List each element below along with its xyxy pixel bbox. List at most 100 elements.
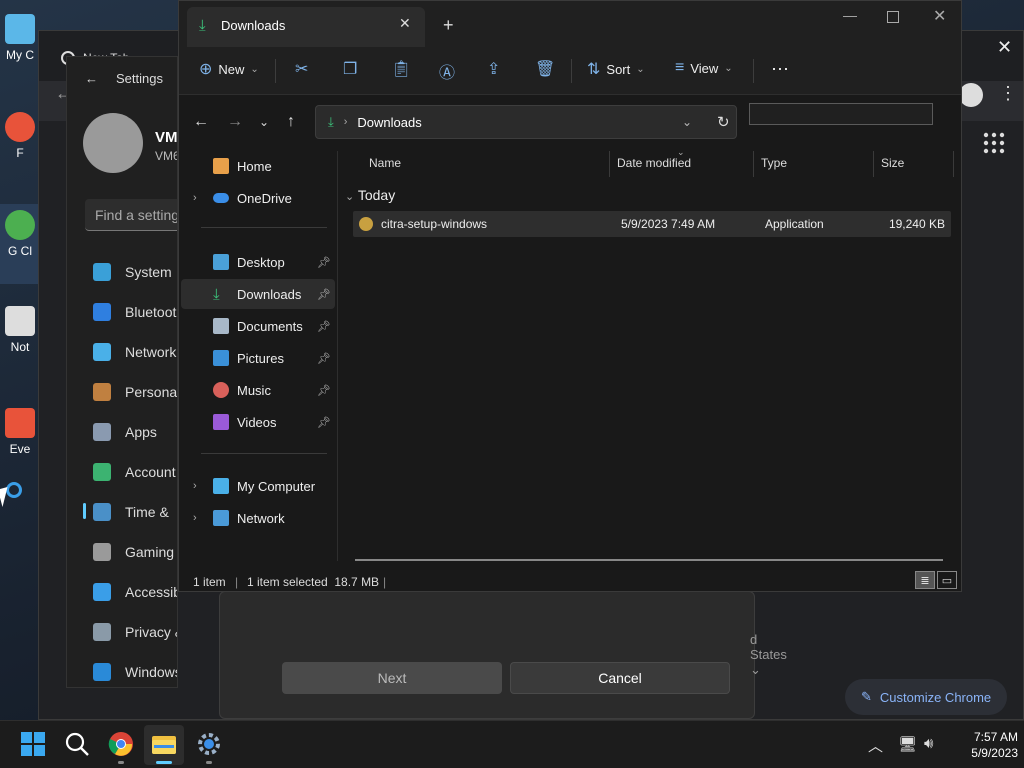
nav-item-music[interactable]: Music 📌︎ xyxy=(181,375,335,405)
settings-nav-item[interactable]: Gaming xyxy=(93,537,177,567)
nav-item-downloads[interactable]: ⤓ Downloads 📌︎ xyxy=(181,279,335,309)
globe-clock-icon xyxy=(93,503,111,521)
back-button[interactable]: ← xyxy=(193,113,209,131)
nav-item-home[interactable]: Home xyxy=(181,151,335,181)
scissors-icon: ✂ xyxy=(295,61,309,78)
expand-chevron-icon[interactable]: › xyxy=(193,192,197,204)
desktop-icon-everything[interactable]: Eve xyxy=(0,408,40,456)
cut-button[interactable]: ✂ xyxy=(295,59,308,79)
settings-nav-item[interactable]: Privacy & secu xyxy=(93,617,177,647)
rename-button[interactable]: Ⓐ xyxy=(439,59,455,83)
chrome-close-button[interactable]: ✕ xyxy=(997,37,1012,58)
settings-nav-item[interactable]: Bluetoot xyxy=(93,297,177,327)
volume-icon[interactable]: 🔊︎ xyxy=(924,735,933,752)
delete-button[interactable]: 🗑︎ xyxy=(535,59,555,79)
desktop-icon-firefox[interactable]: F xyxy=(0,112,40,160)
music-icon xyxy=(213,382,229,398)
windows-start-icon[interactable] xyxy=(20,731,46,757)
new-tab-button[interactable]: + xyxy=(443,15,454,36)
column-divider[interactable] xyxy=(873,151,874,177)
settings-nav-item[interactable]: Windows Upda xyxy=(93,657,177,687)
settings-nav-item[interactable]: Time & xyxy=(93,497,177,527)
copy-button[interactable]: ❐ xyxy=(343,59,357,79)
column-divider[interactable] xyxy=(753,151,754,177)
profile-icon[interactable] xyxy=(959,83,983,107)
citra-app-icon xyxy=(359,217,373,231)
share-button[interactable]: ⇪ xyxy=(487,59,500,79)
settings-nav-item[interactable]: Apps xyxy=(93,417,177,447)
details-view-button[interactable]: ≣ xyxy=(915,571,935,589)
network-status-icon[interactable]: 🖥︎ xyxy=(898,735,917,753)
settings-nav-item[interactable]: System xyxy=(93,257,177,287)
nav-item-desktop[interactable]: Desktop 📌︎ xyxy=(181,247,335,277)
system-icon xyxy=(93,263,111,281)
settings-nav-item[interactable]: Account xyxy=(93,457,177,487)
column-header-type[interactable]: Type xyxy=(761,156,787,170)
refresh-button[interactable]: ↻ xyxy=(717,113,730,131)
column-divider[interactable] xyxy=(953,151,954,177)
user-avatar[interactable] xyxy=(83,113,143,173)
next-button[interactable]: Next xyxy=(282,662,502,694)
desktop-icon-label: My C xyxy=(6,48,34,62)
file-explorer-window: ⤓ Downloads ✕ + — ✕ ⊕ New ⌄ ✂ ❐ 📋︎ Ⓐ ⇪ 🗑… xyxy=(178,0,962,592)
customize-chrome-button[interactable]: ✎ Customize Chrome xyxy=(845,679,1008,715)
show-hidden-icons-chevron-icon[interactable]: ︿ xyxy=(868,735,883,756)
settings-search-input[interactable]: Find a setting xyxy=(85,199,177,231)
nav-item-onedrive[interactable]: › OneDrive xyxy=(181,183,335,213)
file-row[interactable]: citra-setup-windows 5/9/2023 7:49 AM App… xyxy=(353,211,951,237)
file-explorer-icon[interactable] xyxy=(151,731,177,757)
group-header-today[interactable]: ⌄ Today xyxy=(345,187,395,203)
nav-item-documents[interactable]: Documents 📌︎ xyxy=(181,311,335,341)
cancel-button[interactable]: Cancel xyxy=(510,662,730,694)
nav-item-pictures[interactable]: Pictures 📌︎ xyxy=(181,343,335,373)
address-dropdown-icon[interactable]: ⌄ xyxy=(682,115,692,129)
desktop-icon-label: F xyxy=(16,146,24,160)
expand-chevron-icon[interactable]: › xyxy=(193,512,197,524)
column-divider[interactable] xyxy=(609,151,610,177)
settings-gear-icon[interactable] xyxy=(196,731,222,757)
nav-item-label: Network xyxy=(237,510,285,526)
tab-close-button[interactable]: ✕ xyxy=(399,15,411,32)
up-button[interactable]: ↑ xyxy=(287,113,295,131)
view-button[interactable]: ≡ View ⌄ xyxy=(675,59,733,77)
wifi-icon xyxy=(93,343,111,361)
desktop-icon-my-computer[interactable]: My C xyxy=(0,14,40,62)
settings-nav-label: Time & xyxy=(125,504,169,520)
more-options-button[interactable]: ⋯ xyxy=(771,59,789,80)
address-path[interactable]: Downloads xyxy=(357,115,421,130)
search-input[interactable] xyxy=(749,103,933,125)
sort-button[interactable]: ⇅ Sort ⌄ xyxy=(587,59,645,79)
address-bar[interactable]: ⤓ › Downloads ⌄ xyxy=(315,105,737,139)
column-header-size[interactable]: Size xyxy=(881,156,904,170)
new-button[interactable]: ⊕ New ⌄ xyxy=(199,59,259,79)
nav-item-videos[interactable]: Videos 📌︎ xyxy=(181,407,335,437)
desktop-icon-google-chrome[interactable]: G Cl xyxy=(0,204,40,284)
desktop-icon-notepad[interactable]: Not xyxy=(0,306,40,354)
nav-item-network[interactable]: › Network xyxy=(181,503,335,533)
settings-nav-item[interactable]: Network xyxy=(93,337,177,367)
tiles-view-button[interactable]: ▭ xyxy=(937,571,957,589)
chrome-icon[interactable] xyxy=(108,731,134,757)
system-clock[interactable]: 7:57 AM 5/9/2023 xyxy=(944,729,1018,761)
chevron-down-icon: ⌄ xyxy=(724,62,733,74)
settings-nav-item[interactable]: Accessibility xyxy=(93,577,177,607)
maximize-button[interactable] xyxy=(887,11,899,23)
column-header-date-modified[interactable]: Date modified xyxy=(617,156,691,170)
chrome-menu-icon[interactable]: ⋮ xyxy=(999,83,1017,104)
back-arrow-icon[interactable]: ← xyxy=(85,71,98,86)
minimize-button[interactable]: — xyxy=(843,7,857,23)
expand-chevron-icon[interactable]: › xyxy=(193,480,197,492)
search-icon[interactable] xyxy=(64,731,90,757)
forward-button[interactable]: → xyxy=(227,113,243,131)
google-apps-icon[interactable] xyxy=(982,131,1006,155)
settings-nav-item[interactable]: Personal xyxy=(93,377,177,407)
horizontal-scrollbar[interactable] xyxy=(355,559,943,561)
recent-locations-button[interactable]: ⌄ xyxy=(259,115,269,129)
nav-item-my-computer[interactable]: › My Computer xyxy=(181,471,335,501)
clock-time: 7:57 AM xyxy=(973,730,1018,744)
paste-button[interactable]: 📋︎ xyxy=(391,59,411,79)
close-window-button[interactable]: ✕ xyxy=(933,6,946,26)
column-header-name[interactable]: Name xyxy=(369,156,401,170)
sort-indicator-icon: ⌄ xyxy=(677,147,685,157)
region-select[interactable]: d States ⌄ xyxy=(750,632,787,678)
